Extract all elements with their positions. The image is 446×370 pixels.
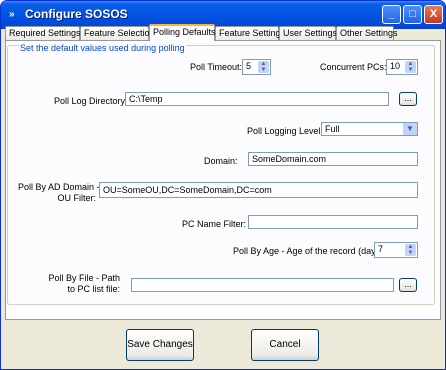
pc-name-filter-input[interactable] [248, 215, 418, 229]
tab-polling-defaults[interactable]: Polling Defaults [149, 24, 216, 41]
poll-timeout-spinner[interactable]: 5 ▲ ▼ [242, 59, 271, 75]
pc-list-file-label-line1: Poll By File - Path [48, 273, 120, 283]
poll-log-directory-label: Poll Log Directory: [54, 96, 128, 106]
cancel-button[interactable]: Cancel [251, 329, 319, 361]
domain-label: Domain: [204, 156, 238, 166]
poll-timeout-value: 5 [246, 61, 252, 71]
group-legend: Set the default values used during polli… [19, 43, 186, 53]
pc-name-filter-label: PC Name Filter: [182, 219, 247, 229]
domain-input[interactable]: SomeDomain.com [248, 152, 418, 166]
poll-log-directory-input[interactable]: C:\Temp [125, 92, 389, 106]
poll-logging-level-value: Full [325, 124, 340, 134]
title-bar: » Configure SOSOS _ □ X [1, 1, 445, 29]
poll-timeout-label: Poll Timeout: [190, 62, 243, 72]
app-icon: » [9, 9, 15, 20]
tab-feature-selection[interactable]: Feature Selection [80, 26, 155, 40]
polling-defaults-group [7, 45, 435, 305]
concurrent-pcs-label: Concurrent PCs: [320, 62, 387, 72]
spin-arrows-icon[interactable]: ▲ ▼ [405, 61, 416, 73]
spin-arrows-icon[interactable]: ▲ ▼ [258, 61, 269, 73]
window-title: Configure SOSOS [25, 7, 128, 21]
ad-ou-filter-label-line2: OU Filter: [57, 193, 96, 203]
chevron-down-icon[interactable]: ▼ [403, 123, 417, 135]
pc-list-file-label-line2: to PC list file: [67, 284, 120, 294]
tab-other-settings[interactable]: Other Settings [336, 26, 398, 40]
poll-by-age-value: 7 [378, 244, 384, 254]
ad-ou-filter-label-line1: Poll By AD Domain - [18, 182, 100, 192]
poll-logging-level-label: Poll Logging Level: [247, 126, 324, 136]
concurrent-pcs-value: 10 [390, 61, 401, 71]
poll-logging-level-select[interactable]: Full ▼ [321, 122, 418, 136]
close-button[interactable]: X [424, 5, 443, 24]
browse-pc-list-file-button[interactable]: ... [399, 278, 417, 292]
poll-by-age-label: Poll By Age - Age of the record (days): [233, 246, 386, 256]
ad-ou-filter-input[interactable]: OU=SomeOU,DC=SomeDomain,DC=com [99, 182, 418, 198]
browse-log-directory-button[interactable]: ... [399, 92, 417, 106]
concurrent-pcs-spinner[interactable]: 10 ▲ ▼ [386, 59, 418, 75]
tab-feature-settings[interactable]: Feature Settings [215, 26, 285, 40]
poll-by-age-spinner[interactable]: 7 ▲ ▼ [374, 242, 418, 258]
configure-window: » Configure SOSOS _ □ X Required Setting… [0, 0, 446, 370]
minimize-button[interactable]: _ [382, 5, 401, 24]
maximize-button[interactable]: □ [403, 5, 422, 24]
spin-arrows-icon[interactable]: ▲ ▼ [405, 244, 416, 256]
pc-list-file-input[interactable] [131, 278, 394, 292]
save-changes-button[interactable]: Save Changes [126, 329, 194, 361]
tab-required-settings[interactable]: Required Settings [5, 26, 81, 40]
tab-user-settings[interactable]: User Settings [279, 26, 337, 40]
